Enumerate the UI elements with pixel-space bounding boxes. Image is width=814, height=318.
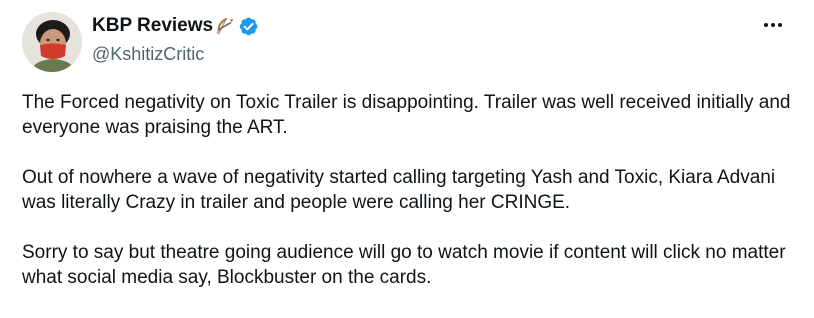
tweet-paragraph: Out of nowhere a wave of negativity star… — [22, 167, 776, 213]
avatar-image — [22, 12, 82, 72]
bow-and-arrow-icon — [215, 16, 235, 36]
user-handle[interactable]: @KshitizCritic — [92, 42, 259, 66]
more-options-button[interactable] — [758, 14, 788, 36]
display-name[interactable]: KBP Reviews — [92, 14, 213, 38]
avatar[interactable] — [22, 12, 82, 72]
verified-badge-icon — [238, 16, 259, 37]
tweet-text: The Forced negativity on Toxic Trailer i… — [22, 90, 802, 290]
tweet: KBP Reviews @KshitizCritic The Forced ne… — [0, 0, 814, 318]
tweet-paragraph: The Forced negativity on Toxic Trailer i… — [22, 92, 791, 138]
more-horizontal-icon — [764, 23, 782, 27]
name-row: KBP Reviews — [92, 14, 259, 38]
tweet-paragraph: Sorry to say but theatre going audience … — [22, 242, 786, 288]
user-info: KBP Reviews @KshitizCritic — [92, 14, 259, 66]
